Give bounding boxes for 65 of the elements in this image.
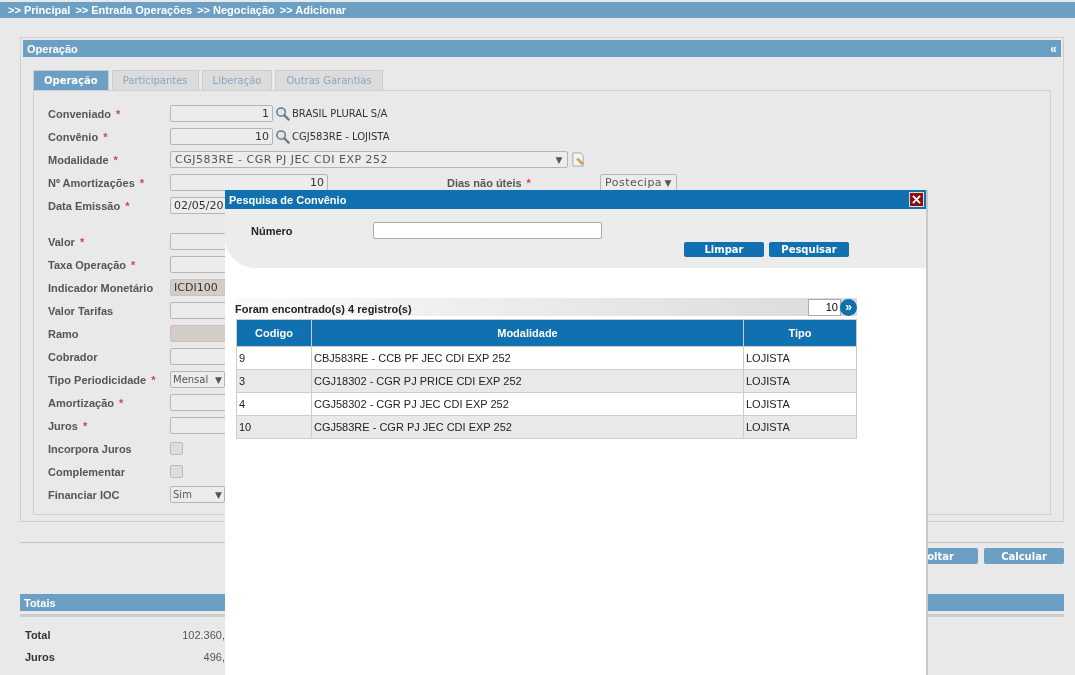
table-cell: LOJISTA	[743, 392, 857, 416]
checkbox[interactable]	[170, 465, 183, 478]
total-value: 496,	[202, 651, 225, 663]
breadcrumb-link[interactable]: >> Entrada Operações	[75, 4, 193, 16]
total-value: 102.360,	[181, 629, 225, 641]
search-icon[interactable]	[275, 106, 290, 121]
column-header: Modalidade	[311, 319, 744, 347]
action-button[interactable]: Calcular	[984, 548, 1064, 564]
field-label: Indicador Monetário	[48, 281, 155, 294]
field-label: Convênio *	[48, 130, 109, 143]
table-cell: CGJ583RE - CGR PJ JEC CDI EXP 252	[311, 415, 744, 439]
field-label: Valor *	[48, 235, 86, 248]
table-cell: CGJ58302 - CGR PJ JEC CDI EXP 252	[311, 392, 744, 416]
breadcrumb-link[interactable]: >> Negociação	[197, 4, 275, 16]
field-label: Data Emissão *	[48, 199, 131, 212]
select-field[interactable]: Sim ▼	[170, 486, 225, 503]
field-label: Cobrador	[48, 350, 99, 363]
total-label: Juros	[25, 651, 56, 663]
dialog-button[interactable]: Limpar	[684, 242, 764, 257]
document-pencil-icon[interactable]	[571, 152, 586, 167]
breadcrumb-link[interactable]: >> Principal	[8, 4, 71, 16]
search-icon[interactable]	[275, 129, 290, 144]
table-cell: LOJISTA	[743, 346, 857, 370]
input-field[interactable]: 10	[170, 174, 328, 191]
lookup-description: CGJ583RE - LOJISTA	[292, 131, 390, 142]
field-label: Complementar	[48, 465, 127, 478]
tab[interactable]: Operação	[33, 70, 109, 90]
checkbox[interactable]	[170, 442, 183, 455]
total-label: Total	[25, 629, 52, 641]
results-count: Foram encontrado(s) 4 registro(s)	[235, 301, 413, 315]
field-label: Financiar IOC	[48, 488, 121, 501]
field-label: Amortização *	[48, 396, 125, 409]
page-size-input[interactable]: 10	[808, 298, 841, 316]
field-label: Número	[251, 224, 294, 237]
field-label: Taxa Operação *	[48, 258, 137, 271]
dialog-button[interactable]: Pesquisar	[769, 242, 849, 257]
field-label: Valor Tarifas	[48, 304, 115, 317]
lookup-description: BRASIL PLURAL S/A	[292, 108, 388, 119]
input-field[interactable]: 10	[170, 128, 273, 145]
close-button[interactable]	[909, 192, 924, 207]
field-label: Nº Amortizações *	[48, 176, 146, 189]
field-label: Incorpora Juros	[48, 442, 133, 455]
input-field[interactable]: 1	[170, 105, 273, 122]
table-cell: LOJISTA	[743, 415, 857, 439]
field-label: Juros *	[48, 419, 89, 432]
number-input[interactable]	[373, 222, 602, 239]
panel-title: Operação	[27, 42, 78, 55]
field-label: Tipo Periodicidade *	[48, 373, 157, 386]
column-header: Tipo	[743, 319, 857, 347]
table-cell: CGJ18302 - CGR PJ PRICE CDI EXP 252	[311, 369, 744, 393]
field-label: Ramo	[48, 327, 80, 340]
table-cell: 3	[236, 369, 312, 393]
collapse-button[interactable]: «	[1050, 41, 1057, 56]
table-cell: CBJ583RE - CCB PF JEC CDI EXP 252	[311, 346, 744, 370]
select-field[interactable]: Mensal ▼	[170, 371, 225, 388]
field-label: Modalidade *	[48, 153, 119, 166]
field-label: Conveniado *	[48, 107, 122, 120]
field-label: Dias não úteis *	[447, 176, 532, 189]
breadcrumb-link[interactable]: >> Adicionar	[279, 4, 347, 16]
column-header: Codigo	[236, 319, 312, 347]
table-cell: 9	[236, 346, 312, 370]
table-cell: 10	[236, 415, 312, 439]
table-cell: LOJISTA	[743, 369, 857, 393]
table-cell: 4	[236, 392, 312, 416]
section-title: Totais	[24, 596, 56, 609]
